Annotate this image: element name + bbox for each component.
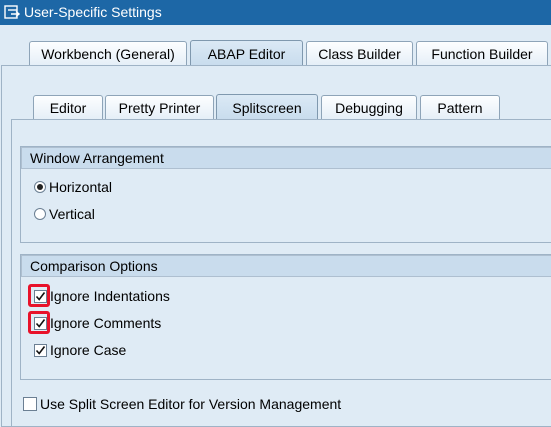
tab-class-builder[interactable]: Class Builder (306, 41, 413, 66)
radio-button-selected[interactable] (34, 181, 46, 193)
window-arrangement-title: Window Arrangement (21, 147, 551, 169)
title-bar: User-Specific Settings (0, 0, 551, 25)
tab-splitscreen[interactable]: Splitscreen (216, 94, 318, 120)
comparison-options-title: Comparison Options (21, 255, 551, 277)
highlight-box-comments (28, 311, 50, 334)
checkbox-unchecked[interactable] (23, 397, 37, 411)
checkbox-ignore-case[interactable]: Ignore Case (34, 341, 126, 359)
radio-horizontal[interactable]: Horizontal (34, 178, 112, 196)
checkbox-checked[interactable] (34, 343, 47, 357)
tab-editor[interactable]: Editor (33, 95, 103, 120)
tab-workbench-general[interactable]: Workbench (General) (29, 41, 187, 66)
checkbox-ignore-indentations[interactable]: Ignore Indentations (34, 287, 170, 305)
tab-pretty-printer[interactable]: Pretty Printer (105, 95, 214, 120)
tab-abap-editor[interactable]: ABAP Editor (190, 40, 303, 66)
window-title: User-Specific Settings (24, 4, 162, 20)
highlight-box-indentations (28, 284, 50, 307)
settings-window-icon (4, 5, 20, 19)
radio-button[interactable] (34, 208, 46, 220)
checkbox-split-screen-version-mgmt[interactable]: Use Split Screen Editor for Version Mana… (23, 395, 341, 413)
tab-debugging[interactable]: Debugging (321, 95, 417, 120)
radio-vertical[interactable]: Vertical (34, 205, 95, 223)
checkbox-ignore-comments[interactable]: Ignore Comments (34, 314, 161, 332)
tab-pattern[interactable]: Pattern (420, 95, 500, 120)
checkmark-icon (35, 345, 46, 355)
tab-function-builder[interactable]: Function Builder (416, 41, 548, 66)
